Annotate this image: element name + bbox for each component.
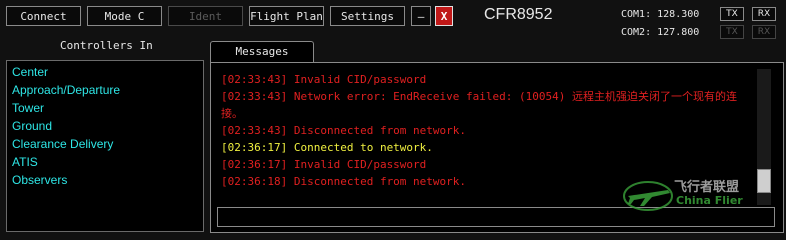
controller-item-observers[interactable]: Observers	[7, 171, 203, 189]
com1-rx-button[interactable]: RX	[752, 7, 776, 21]
close-button[interactable]: X	[435, 6, 453, 26]
controllers-header: Controllers In	[60, 39, 153, 52]
com1-tx-button[interactable]: TX	[720, 7, 744, 21]
callsign-label: CFR8952	[484, 6, 553, 23]
message-line: [02:33:43] Network error: EndReceive fai…	[221, 90, 737, 120]
settings-button[interactable]: Settings	[330, 6, 405, 26]
mode-c-button[interactable]: Mode C	[87, 6, 162, 26]
watermark-logo: 飞行者联盟 China Flier	[618, 166, 786, 226]
com2-frequency: 127.800	[657, 27, 700, 38]
com2-label: COM2: 127.800	[621, 27, 699, 38]
com2-name: COM2:	[621, 27, 652, 38]
connect-button[interactable]: Connect	[6, 6, 81, 26]
controller-item-center[interactable]: Center	[7, 63, 203, 81]
com2-tx-button[interactable]: TX	[720, 25, 744, 39]
watermark-title: 飞行者联盟	[674, 180, 740, 195]
message-line: [02:33:43] Disconnected from network.	[221, 124, 467, 137]
airplane-logo-icon	[623, 181, 673, 211]
message-line: [02:36:17] Connected to network.	[221, 141, 433, 154]
ident-button[interactable]: Ident	[168, 6, 243, 26]
tab-messages[interactable]: Messages	[210, 41, 314, 63]
minimize-button[interactable]: –	[411, 6, 431, 26]
com1-label: COM1: 128.300	[621, 9, 699, 20]
controller-item-clearance-delivery[interactable]: Clearance Delivery	[7, 135, 203, 153]
controller-item-approach-departure[interactable]: Approach/Departure	[7, 81, 203, 99]
controller-item-ground[interactable]: Ground	[7, 117, 203, 135]
controllers-list: Center Approach/Departure Tower Ground C…	[6, 60, 204, 232]
controller-item-atis[interactable]: ATIS	[7, 153, 203, 171]
message-line: [02:33:43] Invalid CID/password	[221, 73, 427, 86]
watermark-subtitle: China Flier	[676, 194, 743, 207]
com1-frequency: 128.300	[657, 9, 700, 20]
controller-item-tower[interactable]: Tower	[7, 99, 203, 117]
flight-plan-button[interactable]: Flight Plan	[249, 6, 324, 26]
com1-name: COM1:	[621, 9, 652, 20]
com2-rx-button[interactable]: RX	[752, 25, 776, 39]
